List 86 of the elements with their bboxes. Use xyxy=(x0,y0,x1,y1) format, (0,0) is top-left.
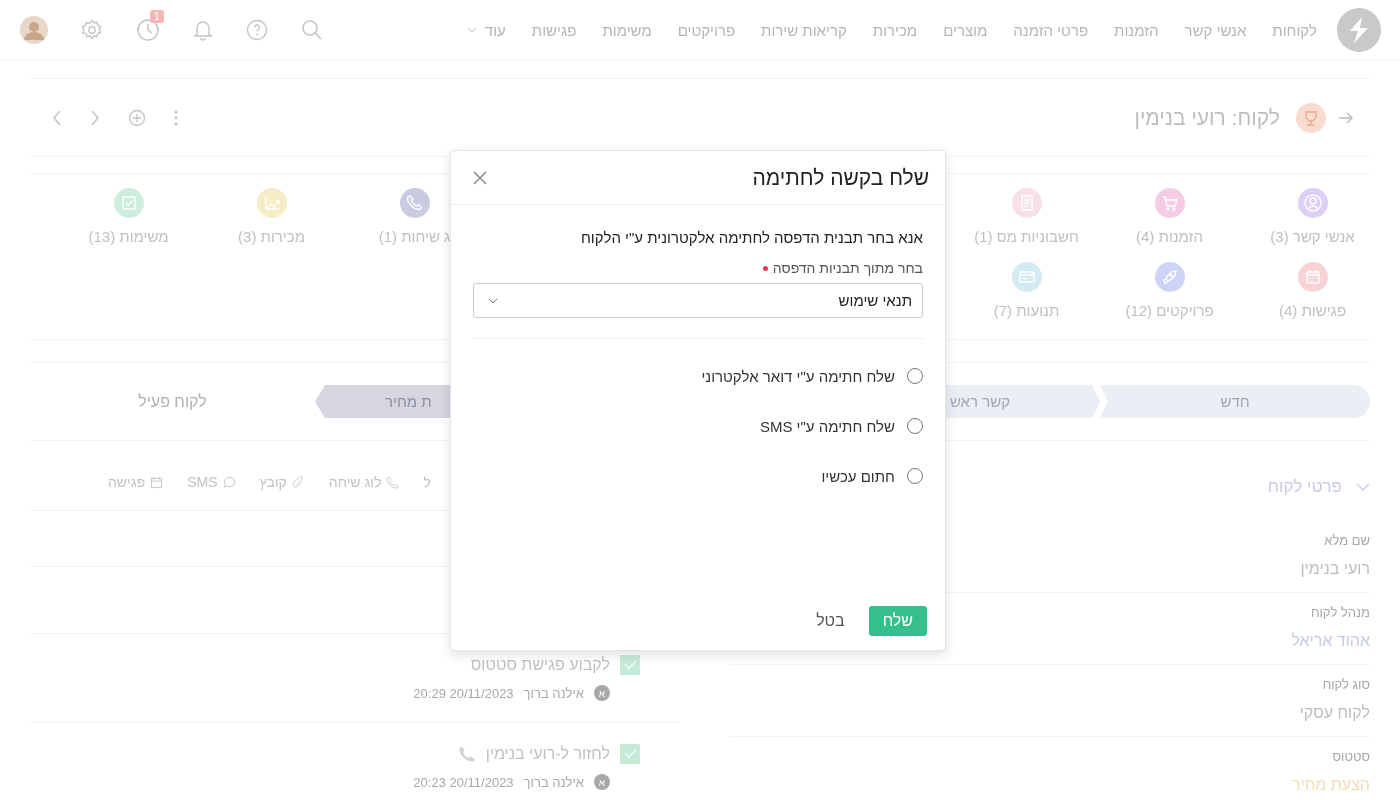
phone-icon xyxy=(386,475,400,489)
task-checkbox[interactable] xyxy=(620,744,640,764)
chevron-down-icon xyxy=(488,297,498,304)
field-label: סטטוס xyxy=(1332,749,1370,764)
record-title: לקוח: רועי בנימין xyxy=(1134,105,1280,130)
task-time: 20/11/2023 20:23 xyxy=(413,774,514,790)
field-label: סוג לקוח xyxy=(1322,677,1370,692)
module-link[interactable]: מכירות (3) xyxy=(238,228,305,245)
card-icon[interactable] xyxy=(1011,262,1042,292)
person-icon[interactable] xyxy=(1297,188,1328,218)
calendar-icon xyxy=(150,475,164,489)
collapse-icon[interactable] xyxy=(1356,483,1370,491)
avatar[interactable] xyxy=(20,16,48,44)
option-label[interactable]: שלח חתימה ע"י SMS xyxy=(759,417,895,435)
nav-link[interactable]: קריאות שירות xyxy=(761,21,847,39)
bell-icon[interactable] xyxy=(193,19,213,41)
field-label: בחר מתוך תבניות הדפסה xyxy=(772,260,923,276)
chat-icon xyxy=(222,475,236,489)
activity-tab[interactable]: SMS xyxy=(187,474,236,490)
field-label: שם מלא xyxy=(1324,533,1370,548)
field-label: מנהל לקוח xyxy=(1310,605,1370,620)
search-icon[interactable] xyxy=(301,19,323,41)
send-button[interactable]: שלח xyxy=(868,606,927,636)
paperclip-icon xyxy=(291,475,305,489)
user-avatar: א xyxy=(594,685,610,701)
calendar-icon[interactable] xyxy=(1297,262,1328,292)
module-link[interactable]: ג שיחות (1) xyxy=(378,228,451,245)
help-icon[interactable] xyxy=(246,19,268,41)
task-title[interactable]: לחזור ל-רועי בנימין xyxy=(485,745,610,763)
option-label[interactable]: שלח חתימה ע"י דואר אלקטרוני xyxy=(701,367,895,385)
nav-link[interactable]: אנשי קשר xyxy=(1184,21,1247,39)
previous-icon[interactable] xyxy=(52,108,62,127)
history-icon[interactable] xyxy=(136,18,160,42)
task-time: 20/11/2023 20:29 xyxy=(413,685,514,701)
invoice-icon[interactable] xyxy=(1011,188,1042,218)
add-icon[interactable] xyxy=(128,108,146,127)
notification-badge: 1 xyxy=(150,10,164,23)
back-arrow-icon[interactable] xyxy=(1338,110,1354,125)
trophy-icon xyxy=(1296,102,1326,133)
cancel-button[interactable]: בטל xyxy=(810,611,851,631)
pipeline-stage[interactable]: חדש xyxy=(1100,385,1370,418)
field-value: רועי בנימין xyxy=(1300,560,1370,578)
dialog-prompt: אנא בחר תבנית הדפסה לחתימה אלקטרונית ע"י הלקוח xyxy=(580,229,923,246)
nav-link[interactable]: פגישות xyxy=(531,21,577,39)
phone-icon[interactable] xyxy=(399,188,430,218)
nav-link[interactable]: מוצרים xyxy=(943,21,988,39)
nav-link[interactable]: פרטי הזמנה xyxy=(1013,21,1089,39)
module-link[interactable]: הזמנות (4) xyxy=(1136,228,1203,245)
more-options-icon[interactable] xyxy=(174,109,178,126)
module-link[interactable]: משימות (13) xyxy=(88,228,169,245)
logo-icon[interactable] xyxy=(1337,8,1381,52)
pipeline-stage[interactable]: לקוח פעיל xyxy=(30,385,315,418)
field-value: הצעת מחיר xyxy=(1292,776,1370,794)
user-avatar: א xyxy=(594,774,610,790)
task-owner: אילנה ברוך xyxy=(523,774,584,790)
caret-icon xyxy=(466,27,477,33)
dialog-title: שלח בקשה לחתימה xyxy=(752,165,929,190)
task-title[interactable]: לקבוע פגישת סטטוס xyxy=(470,656,610,674)
module-link[interactable]: תנועות (7) xyxy=(993,302,1060,319)
nav-link[interactable]: פרויקטים xyxy=(677,21,736,39)
module-link[interactable]: חשבוניות מס (1) xyxy=(974,228,1079,245)
nav-link[interactable]: לקוחות xyxy=(1272,21,1317,39)
activity-tab[interactable]: לוג שיחה xyxy=(328,474,400,490)
option-label[interactable]: חתום עכשיו xyxy=(821,467,895,485)
task-checkbox[interactable] xyxy=(620,655,640,675)
nav-link[interactable]: הזמנות xyxy=(1114,21,1159,39)
template-select[interactable]: תנאי שימוש xyxy=(473,283,923,318)
module-link[interactable]: פרויקטים (12) xyxy=(1125,302,1214,319)
chart-icon[interactable] xyxy=(256,188,287,218)
module-link[interactable]: אנשי קשר (3) xyxy=(1270,228,1355,245)
cart-icon[interactable] xyxy=(1154,188,1185,218)
nav-link[interactable]: מכירות xyxy=(872,21,918,39)
activity-tab[interactable]: קובץ xyxy=(259,474,305,490)
module-link[interactable]: פגישות (4) xyxy=(1278,302,1347,319)
next-icon[interactable] xyxy=(90,108,100,127)
rocket-icon[interactable] xyxy=(1154,262,1185,292)
more-menu[interactable]: עוד xyxy=(466,21,506,39)
activity-tab[interactable]: פגישה xyxy=(108,474,164,490)
nav-link[interactable]: משימות xyxy=(602,21,652,39)
manager-link[interactable]: אהוד אריאל xyxy=(1291,632,1370,650)
close-icon[interactable] xyxy=(473,170,487,185)
task-owner: אילנה ברוך xyxy=(523,685,584,701)
field-value: לקוח עסקי xyxy=(1299,704,1370,722)
check-icon[interactable] xyxy=(113,188,144,218)
settings-icon[interactable] xyxy=(81,19,103,41)
activity-tab[interactable]: ל xyxy=(423,474,431,490)
